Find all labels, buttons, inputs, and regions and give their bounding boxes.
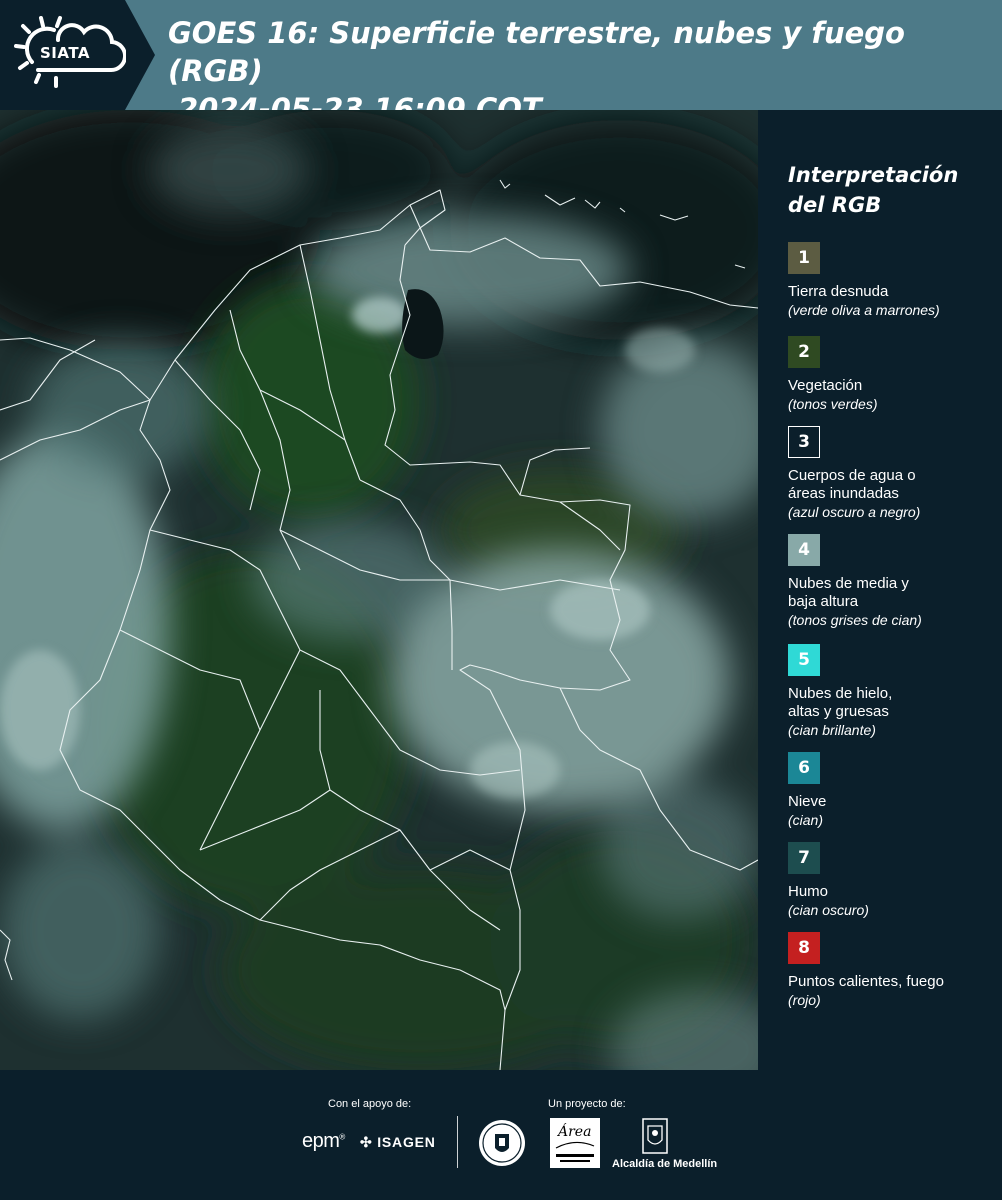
header-bar: SIATA GOES 16: Superficie terrestre, nub…: [0, 0, 1002, 126]
legend-label-line1: Humo: [788, 883, 829, 900]
map-canvas: [0, 110, 758, 1070]
legend-title-line2: del RGB: [788, 193, 882, 217]
area-swoosh-icon: [555, 1141, 595, 1162]
logo-text: SIATA: [40, 44, 91, 62]
legend-label: Cuerpos de agua o áreas inundadas: [788, 467, 998, 503]
legend-note: (cian oscuro): [788, 902, 869, 918]
swatch-number: 8: [798, 938, 810, 958]
legend-label-line1: Puntos calientes, fuego: [788, 973, 944, 990]
legend-item-vegetation: 2 Vegetación (tonos verdes): [788, 336, 998, 413]
legend-swatch: 8: [788, 932, 820, 964]
swatch-number: 5: [798, 650, 810, 670]
project-label: Un proyecto de:: [548, 1098, 626, 1110]
legend-label-line1: Nubes de media y: [788, 575, 909, 592]
isagen-icon: ✣: [360, 1134, 373, 1150]
satellite-map[interactable]: [0, 110, 758, 1070]
legend-title: Interpretación del RGB: [788, 160, 998, 220]
legend-swatch: 3: [788, 426, 820, 458]
legend-swatch: 4: [788, 534, 820, 566]
legend-label: Nubes de media y baja altura: [788, 575, 998, 611]
legend-note: (tonos verdes): [788, 396, 878, 412]
swatch-number: 2: [798, 342, 810, 362]
legend-panel: Interpretación del RGB 1 Tierra desnuda …: [786, 160, 998, 1008]
legend-item-mid-low-clouds: 4 Nubes de media y baja altura (tonos gri…: [788, 534, 998, 629]
alcaldia-shield-icon: [642, 1118, 668, 1154]
legend-note: (rojo): [788, 992, 821, 1008]
legend-note: (verde oliva a marrones): [788, 302, 940, 318]
swatch-number: 6: [798, 758, 810, 778]
swatch-number: 1: [798, 248, 810, 268]
legend-swatch: 2: [788, 336, 820, 368]
siata-logo: SIATA: [0, 0, 155, 110]
legend-swatch: 1: [788, 242, 820, 274]
legend-note: (azul oscuro a negro): [788, 504, 921, 520]
legend-item-smoke: 7 Humo (cian oscuro): [788, 842, 998, 919]
legend-item-snow: 6 Nieve (cian): [788, 752, 998, 829]
epm-logo: epm®: [302, 1130, 345, 1152]
epm-text: epm: [302, 1130, 340, 1152]
legend-label: Nubes de hielo, altas y gruesas: [788, 685, 998, 721]
legend-swatch: 6: [788, 752, 820, 784]
legend-note: (tonos grises de cian): [788, 612, 922, 628]
legend-title-line1: Interpretación: [788, 163, 959, 187]
isagen-text: ISAGEN: [377, 1134, 436, 1150]
legend-item-ice-clouds: 5 Nubes de hielo, altas y gruesas (cian b…: [788, 644, 998, 739]
swatch-number: 4: [798, 540, 810, 560]
legend-label-line1: Vegetación: [788, 377, 863, 394]
legend-label-line2: baja altura: [788, 593, 859, 610]
swatch-number: 7: [798, 848, 810, 868]
legend-note: (cian brillante): [788, 722, 876, 738]
footer-sponsors: Con el apoyo de: Un proyecto de: epm® ✣ …: [0, 1070, 1002, 1200]
title-text: GOES 16: Superficie terrestre, nubes y f…: [168, 16, 905, 88]
isagen-logo: ✣ ISAGEN: [360, 1134, 436, 1151]
legend-item-bare-land: 1 Tierra desnuda (verde oliva a marrones…: [788, 242, 998, 319]
legend-label-line1: Nubes de hielo,: [788, 685, 893, 702]
legend-label-line1: Tierra desnuda: [788, 283, 889, 300]
legend-label: Tierra desnuda: [788, 283, 998, 301]
legend-item-water: 3 Cuerpos de agua o áreas inundadas (azul…: [788, 426, 998, 521]
alcaldia-label: Alcaldía de Medellín: [612, 1158, 718, 1170]
legend-label: Puntos calientes, fuego: [788, 973, 998, 991]
legend-label: Vegetación: [788, 377, 998, 395]
legend-label-line1: Nieve: [788, 793, 827, 810]
area-metropolitana-logo: Área: [550, 1118, 600, 1168]
footer-divider: [457, 1116, 458, 1168]
legend-label-line1: Cuerpos de agua o: [788, 467, 916, 484]
legend-item-fire: 8 Puntos calientes, fuego (rojo): [788, 932, 998, 1009]
legend-label: Humo: [788, 883, 998, 901]
legend-note: (cian): [788, 812, 824, 828]
legend-label-line2: áreas inundadas: [788, 485, 899, 502]
swatch-number: 3: [798, 432, 810, 452]
university-seal-icon: [479, 1120, 525, 1166]
legend-label: Nieve: [788, 793, 998, 811]
support-label: Con el apoyo de:: [328, 1098, 412, 1110]
legend-swatch: 5: [788, 644, 820, 676]
legend-label-line2: altas y gruesas: [788, 703, 889, 720]
legend-swatch: 7: [788, 842, 820, 874]
